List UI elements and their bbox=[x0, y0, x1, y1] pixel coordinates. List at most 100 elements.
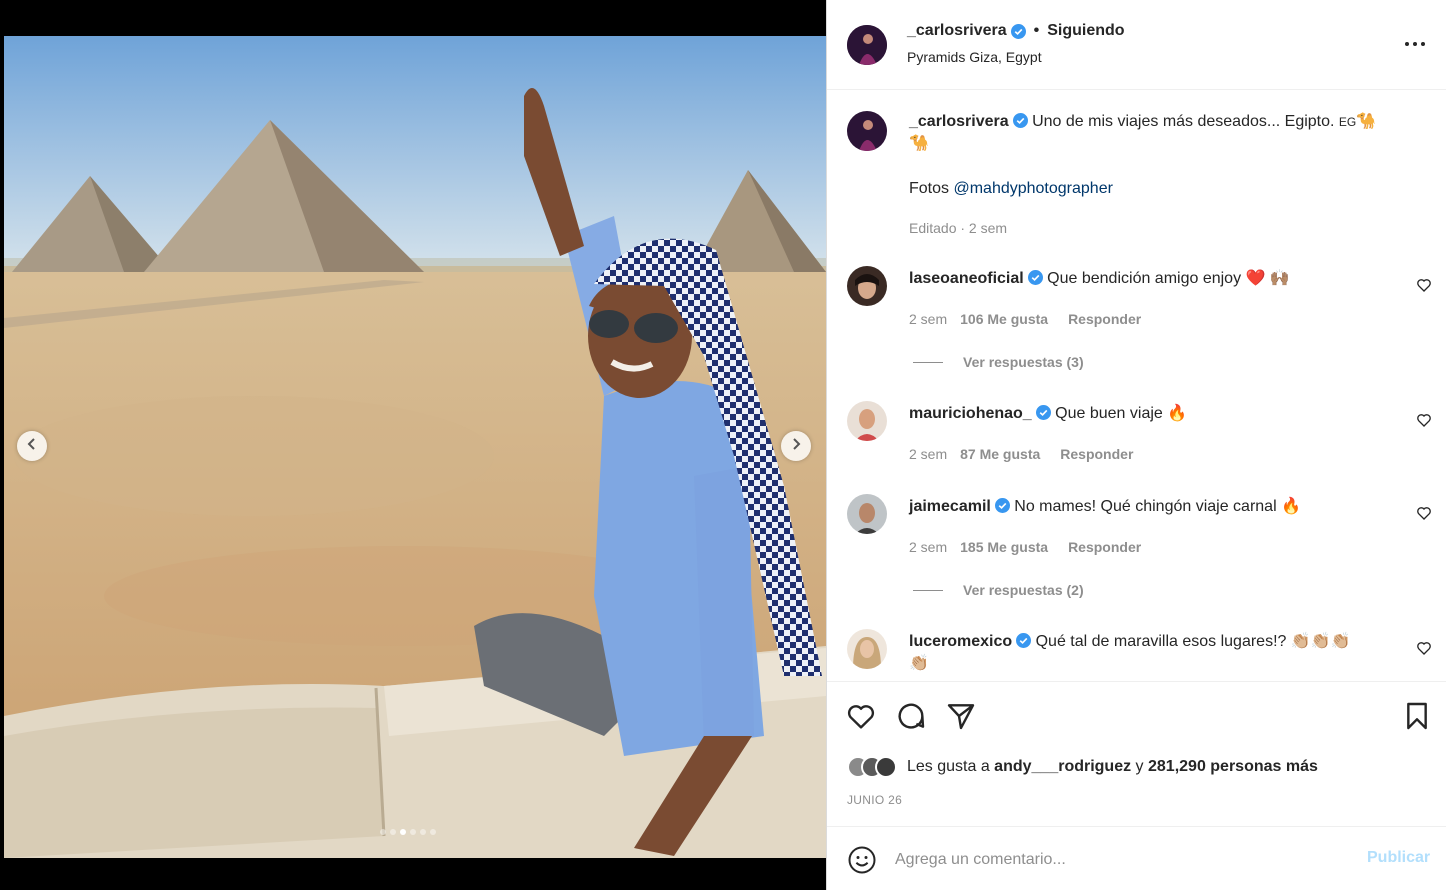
likes-text: Les gusta a andy___rodriguez y 281,290 p… bbox=[907, 758, 1318, 776]
verified-badge-icon bbox=[1016, 633, 1032, 648]
reply-button[interactable]: Responder bbox=[1068, 539, 1141, 555]
likes-prefix: Les gusta a bbox=[907, 758, 995, 775]
caption-text: _carlosrivera Uno de mis viajes más dese… bbox=[909, 111, 1409, 155]
carousel-dot-active bbox=[400, 829, 406, 835]
post-media-panel bbox=[0, 0, 826, 890]
comment-input[interactable] bbox=[895, 847, 1335, 873]
comment-like-count[interactable]: 185 Me gusta bbox=[960, 539, 1048, 555]
carousel-dot bbox=[410, 829, 416, 835]
credit-mention-link[interactable]: @mahdyphotographer bbox=[953, 180, 1112, 197]
comment-text: luceromexico Qué tal de maravilla esos l… bbox=[909, 631, 1399, 675]
likes-middle: y bbox=[1131, 758, 1148, 775]
comment-body: Que bendición amigo enjoy bbox=[1047, 270, 1242, 287]
comment-meta: 2 sem 185 Me gusta Responder bbox=[909, 539, 1141, 555]
post-header: _carlosrivera • Siguiendo Pyramids Giza,… bbox=[827, 0, 1446, 90]
divider bbox=[913, 589, 943, 591]
view-replies-label: Ver respuestas (2) bbox=[963, 582, 1084, 598]
caption-credit: Fotos @mahdyphotographer bbox=[909, 178, 1113, 200]
more-options-icon[interactable] bbox=[1403, 34, 1427, 54]
verified-badge-icon bbox=[1012, 113, 1028, 128]
reply-button[interactable]: Responder bbox=[1060, 446, 1133, 462]
view-replies-button[interactable]: Ver respuestas (2) bbox=[913, 582, 1084, 598]
post-date[interactable]: JUNIO 26 bbox=[847, 793, 902, 807]
comment-meta: 2 sem 106 Me gusta Responder bbox=[909, 311, 1141, 327]
post-photo[interactable] bbox=[4, 36, 826, 858]
verified-badge-icon bbox=[1010, 23, 1026, 39]
comment-text: jaimecamil No mames! Qué chingón viaje c… bbox=[909, 496, 1301, 518]
camel-emoji: 🐪 bbox=[1356, 113, 1377, 130]
comment-avatar[interactable] bbox=[847, 629, 887, 669]
post-author-username[interactable]: _carlosrivera bbox=[907, 22, 1007, 40]
comment-emoji: 🔥 bbox=[1281, 498, 1302, 515]
comment-avatar[interactable] bbox=[847, 266, 887, 306]
comment-meta: 2 sem 87 Me gusta Responder bbox=[909, 446, 1133, 462]
comment-emoji: ❤️ 🙌🏽 bbox=[1245, 270, 1290, 287]
comment-username[interactable]: luceromexico bbox=[909, 633, 1012, 650]
bookmark-icon[interactable] bbox=[1401, 700, 1433, 732]
post-author-line: _carlosrivera • Siguiendo bbox=[907, 22, 1125, 40]
comment-avatar[interactable] bbox=[847, 494, 887, 534]
post-location[interactable]: Pyramids Giza, Egypt bbox=[907, 49, 1042, 65]
comment-like-heart-icon[interactable] bbox=[1416, 277, 1434, 295]
chevron-left-icon bbox=[25, 437, 39, 456]
following-button[interactable]: Siguiendo bbox=[1047, 22, 1124, 40]
verified-badge-icon bbox=[1035, 405, 1051, 420]
add-comment-bar: Publicar bbox=[827, 826, 1446, 890]
comment-like-heart-icon[interactable] bbox=[1416, 412, 1434, 430]
comment-like-heart-icon[interactable] bbox=[1416, 640, 1434, 658]
carousel-dot bbox=[380, 829, 386, 835]
comment-text: laseoaneoficial Que bendición amigo enjo… bbox=[909, 268, 1290, 290]
share-icon[interactable] bbox=[945, 700, 977, 732]
chevron-right-icon bbox=[789, 437, 803, 456]
caption-author-avatar[interactable] bbox=[847, 111, 887, 151]
carousel-indicator bbox=[380, 829, 436, 835]
author-avatar[interactable] bbox=[847, 25, 887, 65]
comments-list[interactable]: _carlosrivera Uno de mis viajes más dese… bbox=[827, 91, 1446, 681]
caption-meta: Editado · 2 sem bbox=[909, 220, 1008, 236]
carousel-prev-button[interactable] bbox=[17, 431, 47, 461]
caption-body: Uno de mis viajes más deseados... Egipto… bbox=[1032, 113, 1335, 130]
comment-age: 2 sem bbox=[909, 311, 948, 327]
emoji-icon[interactable] bbox=[847, 845, 877, 875]
comment-username[interactable]: mauriciohenao_ bbox=[909, 405, 1032, 422]
comment-emoji-wrap: 👏🏼 bbox=[909, 655, 929, 672]
comment-icon[interactable] bbox=[895, 700, 927, 732]
comment-emoji: 🔥 bbox=[1167, 405, 1188, 422]
likes-summary: Les gusta a andy___rodriguez y 281,290 p… bbox=[847, 756, 1318, 778]
comment-username[interactable]: laseoaneoficial bbox=[909, 270, 1024, 287]
comment-emoji: 👏🏼👏🏼👏🏼 bbox=[1290, 633, 1351, 650]
verified-badge-icon bbox=[1027, 270, 1043, 285]
verified-badge-icon bbox=[994, 498, 1010, 513]
comment-age: 2 sem bbox=[909, 539, 948, 555]
carousel-dot bbox=[430, 829, 436, 835]
likes-count[interactable]: 281,290 personas más bbox=[1148, 758, 1318, 775]
view-replies-button[interactable]: Ver respuestas (3) bbox=[913, 354, 1084, 370]
carousel-dot bbox=[390, 829, 396, 835]
comment-age: 2 sem bbox=[909, 446, 948, 462]
carousel-next-button[interactable] bbox=[781, 431, 811, 461]
credit-prefix: Fotos bbox=[909, 180, 954, 197]
heart-icon[interactable] bbox=[845, 700, 877, 732]
comment-username[interactable]: jaimecamil bbox=[909, 498, 991, 515]
post-actions: Les gusta a andy___rodriguez y 281,290 p… bbox=[827, 681, 1446, 826]
publish-button[interactable]: Publicar bbox=[1367, 849, 1430, 867]
comment-like-heart-icon[interactable] bbox=[1416, 505, 1434, 523]
comment-like-count[interactable]: 106 Me gusta bbox=[960, 311, 1048, 327]
caption-author-username[interactable]: _carlosrivera bbox=[909, 113, 1009, 130]
liker-avatar bbox=[875, 756, 897, 778]
comment-avatar[interactable] bbox=[847, 401, 887, 441]
view-replies-label: Ver respuestas (3) bbox=[963, 354, 1084, 370]
post-details-panel: _carlosrivera • Siguiendo Pyramids Giza,… bbox=[826, 0, 1446, 890]
divider bbox=[913, 361, 943, 363]
flag-emoji: EG bbox=[1338, 115, 1357, 129]
comment-text: mauriciohenao_ Que buen viaje 🔥 bbox=[909, 403, 1187, 425]
camel-emoji: 🐪 bbox=[909, 135, 929, 152]
liker-username[interactable]: andy___rodriguez bbox=[994, 758, 1131, 775]
comment-like-count[interactable]: 87 Me gusta bbox=[960, 446, 1040, 462]
reply-button[interactable]: Responder bbox=[1068, 311, 1141, 327]
carousel-dot bbox=[420, 829, 426, 835]
comment-body: Que buen viaje bbox=[1055, 405, 1163, 422]
comment-body: Qué tal de maravilla esos lugares!? bbox=[1035, 633, 1287, 650]
comment-body: No mames! Qué chingón viaje carnal bbox=[1014, 498, 1277, 515]
separator-dot: • bbox=[1033, 22, 1040, 39]
